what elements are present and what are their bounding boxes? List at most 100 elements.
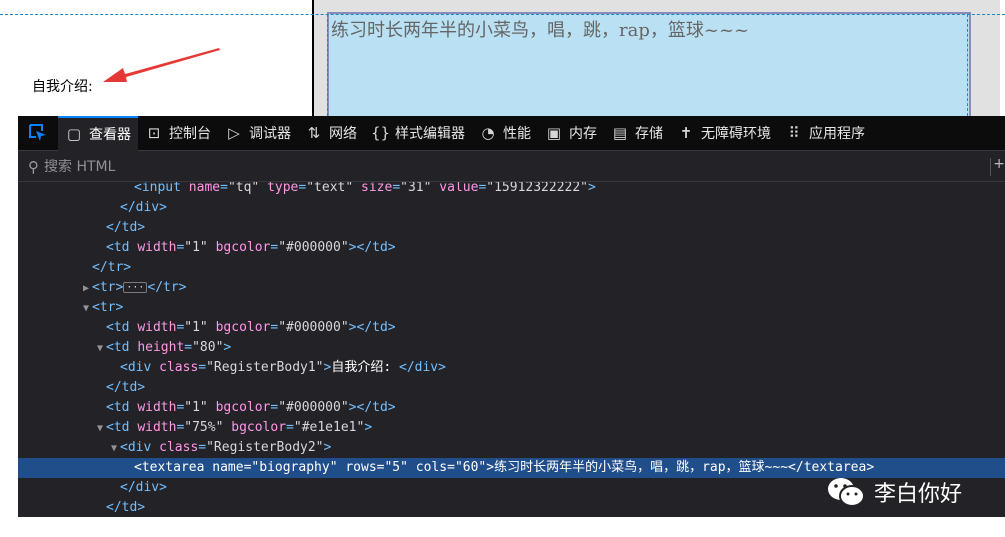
tab-accessibility[interactable]: ✝ 无障碍环境 — [670, 116, 778, 151]
markup-attr-eq: = — [198, 440, 207, 455]
application-icon: ⠿ — [788, 124, 800, 142]
performance-icon: ◔ — [481, 124, 495, 142]
tab-application-label: 应用程序 — [809, 126, 865, 142]
markup-attr-name: height — [137, 340, 185, 355]
markup-attr-value: "1" — [184, 400, 208, 415]
markup-row[interactable]: ▼ <td height="80"> — [18, 338, 1005, 358]
biography-textarea[interactable]: 练习时长两年半的小菜鸟，唱，跳，rap，篮球~~~ — [327, 12, 971, 116]
tab-accessibility-label: 无障碍环境 — [701, 126, 771, 142]
tab-memory[interactable]: ▣ 内存 — [538, 116, 604, 151]
screenshot-root: 自我介绍: 练习时长两年半的小菜鸟，唱，跳，rap，篮球~~~ ▢ 查看器 ⊡ … — [0, 0, 1005, 537]
devtools-toolbar: ▢ 查看器 ⊡ 控制台 ▷ 调试器 ⇅ 网络 {} 样式编辑器 ◔ 性能 ▣ 内… — [18, 115, 1005, 151]
markup-tag: <td — [106, 320, 130, 335]
tab-storage[interactable]: ▤ 存储 — [604, 116, 670, 151]
markup-attr-value: "1" — [184, 320, 208, 335]
markup-row[interactable]: ▶ <tr> ··· </tr> — [18, 278, 1005, 298]
watermark-text: 李白你好 — [874, 482, 963, 507]
markup-end-tag: </tr> — [147, 280, 187, 295]
markup-row[interactable]: ▼ <div class="RegisterBody2"> — [18, 438, 1005, 458]
markup-tree[interactable]: <input name="tq" type="text" size="31" v… — [18, 182, 1005, 517]
markup-attr-value: "text" — [306, 182, 354, 195]
markup-row[interactable]: <div class="RegisterBody1">自我介绍: </div> — [18, 358, 1005, 378]
markup-end-tag: </textarea> — [788, 460, 875, 475]
markup-tag: <textarea — [134, 460, 205, 475]
collapsed-content-ellipsis[interactable]: ··· — [123, 282, 148, 293]
expand-twisty-icon[interactable]: ▼ — [94, 419, 106, 439]
expand-twisty-icon[interactable]: ▼ — [80, 299, 92, 319]
markup-attr-value: "RegisterBody2" — [206, 440, 324, 455]
markup-end-tag: </div> — [399, 360, 446, 375]
markup-tag: <tr> — [92, 280, 124, 295]
collapse-twisty-icon[interactable]: ▶ — [80, 279, 92, 299]
markup-attr-name: bgcolor — [231, 420, 287, 435]
markup-row[interactable]: ▼ <tr> — [18, 298, 1005, 318]
tab-console[interactable]: ⊡ 控制台 — [138, 116, 218, 151]
markup-attr-name: cols — [415, 460, 448, 475]
markup-end-tag: </td> — [356, 320, 396, 335]
toolbar-separator — [990, 158, 991, 176]
tab-performance[interactable]: ◔ 性能 — [472, 116, 538, 151]
markup-row[interactable]: </tr> — [18, 258, 1005, 278]
markup-tag-close: > — [348, 400, 357, 415]
markup-tag: <tr> — [92, 300, 124, 315]
markup-row[interactable]: </td> — [18, 378, 1005, 398]
html-search-input[interactable] — [44, 158, 344, 175]
markup-attr-name: type — [267, 182, 299, 195]
tab-style-editor-label: 样式编辑器 — [395, 126, 465, 142]
search-icon: ⚲ — [28, 157, 39, 176]
tab-network[interactable]: ⇅ 网络 — [298, 116, 364, 151]
markup-attr-value: "60" — [454, 460, 487, 475]
markup-attr-value: "31" — [400, 182, 432, 195]
debugger-icon: ▷ — [228, 124, 240, 142]
markup-attr-value: "15912322222" — [486, 182, 589, 195]
expand-twisty-icon[interactable]: ▼ — [94, 339, 106, 359]
markup-attr-name: bgcolor — [215, 320, 271, 335]
markup-row[interactable]: ▼ <td width="75%" bgcolor="#e1e1e1"> — [18, 418, 1005, 438]
accessibility-icon: ✝ — [679, 124, 693, 142]
expand-twisty-icon[interactable]: ▼ — [108, 439, 120, 459]
tab-console-label: 控制台 — [169, 126, 211, 142]
markup-tag-close: > — [364, 420, 373, 435]
markup-tag-close: > — [223, 340, 232, 355]
markup-tag: <td — [106, 420, 130, 435]
inspector-icon: ▢ — [66, 125, 82, 143]
markup-attr-name: width — [137, 420, 177, 435]
storage-icon: ▤ — [612, 124, 628, 142]
markup-row[interactable]: <td width="1" bgcolor="#000000"></td> — [18, 398, 1005, 418]
markup-attr-name: width — [137, 320, 177, 335]
markup-row[interactable]: </div> — [18, 198, 1005, 218]
biography-textarea-value: 练习时长两年半的小菜鸟，唱，跳，rap，篮球~~~ — [331, 20, 750, 41]
watermark: 李白你好 — [826, 476, 962, 508]
markup-attr-name: width — [137, 240, 177, 255]
markup-attr-name: size — [361, 182, 393, 195]
tab-debugger[interactable]: ▷ 调试器 — [218, 116, 298, 151]
style-editor-icon: {} — [371, 124, 391, 142]
markup-row-selected[interactable]: <textarea name="biography" rows="5" cols… — [18, 458, 1005, 478]
network-icon: ⇅ — [307, 124, 321, 142]
markup-attr-eq: = — [447, 460, 455, 475]
markup-attr-value: "5" — [384, 460, 408, 475]
add-node-icon[interactable]: + — [993, 156, 1005, 172]
console-icon: ⊡ — [147, 124, 161, 142]
markup-tag: <td — [106, 340, 130, 355]
tab-debugger-label: 调试器 — [249, 126, 291, 142]
html-search-bar: ⚲ + — [18, 152, 1005, 182]
markup-row[interactable]: <td width="1" bgcolor="#000000"></td> — [18, 238, 1005, 258]
tab-application[interactable]: ⠿ 应用程序 — [778, 116, 872, 151]
markup-tag-close: > — [348, 320, 357, 335]
markup-tag-close: > — [588, 182, 596, 195]
element-picker-button[interactable] — [18, 116, 58, 151]
markup-attr-name: class — [159, 440, 199, 455]
tab-style-editor[interactable]: {} 样式编辑器 — [364, 116, 472, 151]
markup-row[interactable]: </td> — [18, 218, 1005, 238]
markup-attr-eq: = — [220, 182, 228, 195]
markup-tag-close: > — [486, 460, 495, 475]
tab-inspector[interactable]: ▢ 查看器 — [58, 115, 138, 151]
markup-tag: <td — [106, 400, 130, 415]
tab-memory-label: 内存 — [569, 126, 597, 142]
markup-row[interactable]: <td width="1" bgcolor="#000000"></td> — [18, 318, 1005, 338]
markup-row[interactable]: <input name="tq" type="text" size="31" v… — [18, 182, 1005, 198]
markup-attr-name: value — [439, 182, 479, 195]
highlight-guide-horizontal — [0, 14, 1005, 15]
markup-attr-name: name — [188, 182, 221, 195]
